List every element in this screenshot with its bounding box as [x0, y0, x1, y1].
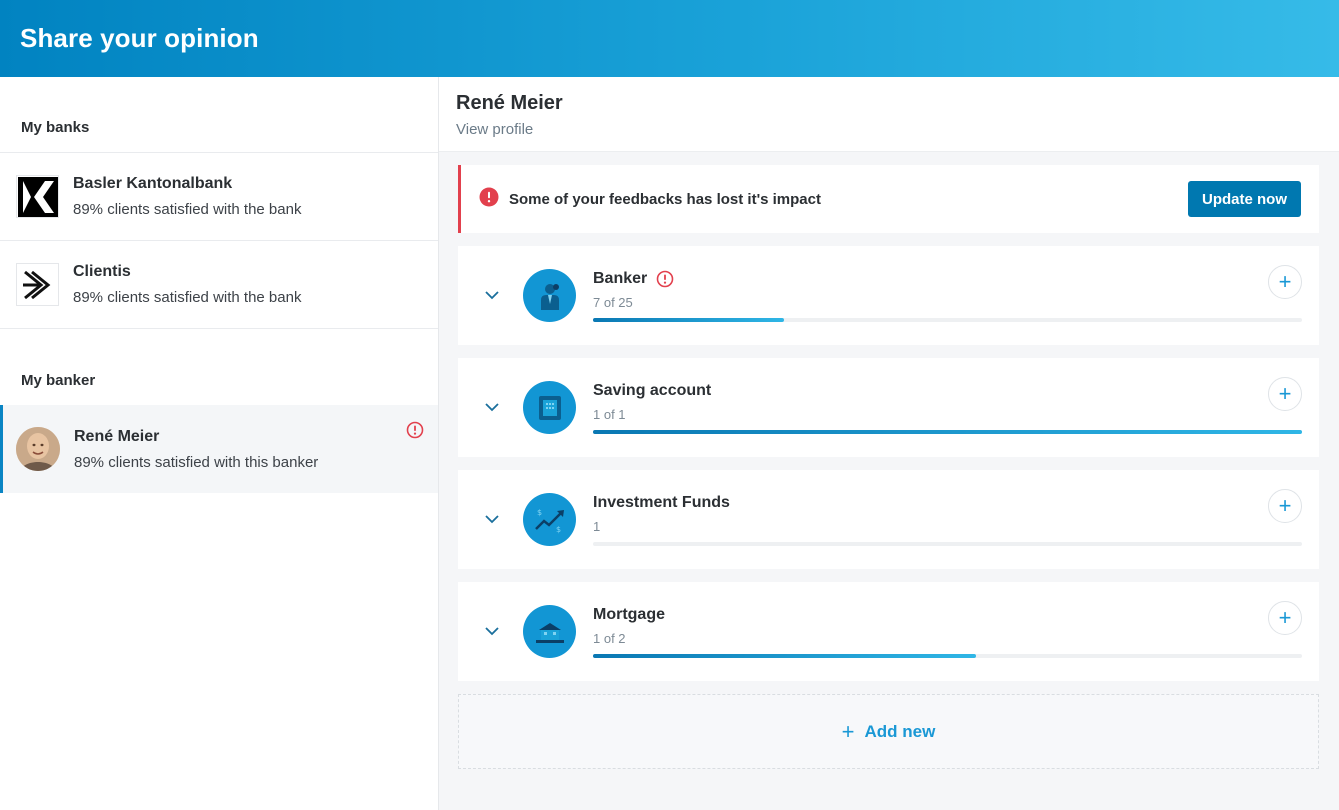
bank-satisfaction: 89% clients satisfied with the bank [73, 201, 302, 218]
bank-name: Basler Kantonalbank [73, 175, 233, 192]
sidebar-item-clientis[interactable]: Clientis 89% clients satisfied with the … [0, 241, 438, 329]
progress-fill [593, 429, 1302, 434]
category-title: Saving account [593, 381, 712, 399]
category-card-mortgage: Mortgage 1 of 2 + [458, 582, 1319, 681]
feedback-alert-banner: Some of your feedbacks has lost it's imp… [458, 165, 1319, 233]
progress-bar [593, 653, 1302, 658]
category-count: 1 of 1 [593, 406, 626, 422]
chevron-down-icon[interactable] [484, 403, 500, 412]
sidebar-item-rene-meier[interactable]: René Meier 89% clients satisfied with th… [0, 405, 438, 493]
alert-icon [656, 270, 674, 288]
add-feedback-button[interactable]: + [1268, 489, 1302, 523]
clientis-logo [16, 263, 59, 306]
category-count: 1 of 2 [593, 630, 626, 646]
chevron-down-icon[interactable] [484, 627, 500, 636]
progress-bar [593, 541, 1302, 546]
category-count: 7 of 25 [593, 294, 633, 310]
progress-fill [593, 317, 785, 322]
top-bar: Share your opinion [0, 0, 1339, 77]
chart-growth-icon: $ $ [523, 493, 576, 546]
category-count: 1 [593, 518, 601, 534]
progress-bar [593, 317, 1302, 322]
my-banker-heading: My banker [21, 371, 96, 389]
view-profile-link[interactable]: View profile [456, 121, 1322, 138]
add-new-label: Add new [864, 721, 936, 741]
profile-name: René Meier [456, 92, 563, 114]
banker-satisfaction: 89% clients satisfied with this banker [74, 453, 319, 471]
chevron-down-icon[interactable] [484, 515, 500, 524]
profile-header: René Meier View profile [439, 77, 1339, 152]
error-icon [479, 187, 499, 212]
bkb-logo [16, 175, 59, 218]
chevron-down-icon[interactable] [484, 291, 500, 300]
progress-bar [593, 429, 1302, 434]
update-now-button[interactable]: Update now [1188, 181, 1301, 217]
alert-message: Some of your feedbacks has lost it's imp… [509, 190, 821, 208]
my-banks-heading: My banks [0, 77, 438, 153]
safe-icon [523, 381, 576, 434]
svg-text:$: $ [537, 508, 542, 517]
svg-text:$: $ [556, 525, 561, 534]
add-feedback-button[interactable]: + [1268, 377, 1302, 411]
category-title: Investment Funds [593, 493, 730, 511]
sidebar: My banks Basler Kantonalbank 89% clients… [0, 77, 439, 810]
banker-icon [523, 269, 576, 322]
bank-satisfaction: 89% clients satisfied with the bank [73, 289, 302, 306]
banker-name: René Meier [74, 427, 160, 445]
plus-icon: + [841, 718, 855, 744]
add-feedback-button[interactable]: + [1268, 265, 1302, 299]
main-content: René Meier View profile Some of your fee… [439, 77, 1339, 810]
category-title: Mortgage [593, 605, 665, 623]
page-title: Share your opinion [20, 23, 259, 53]
category-title: Banker [593, 269, 648, 287]
add-feedback-button[interactable]: + [1268, 601, 1302, 635]
bank-name: Clientis [73, 263, 131, 280]
category-card-banker: Banker 7 of 25 + [458, 246, 1319, 345]
progress-fill [593, 653, 976, 658]
avatar [16, 427, 60, 471]
house-icon [523, 605, 576, 658]
add-new-button[interactable]: + Add new [458, 694, 1319, 769]
category-card-saving-account: Saving account 1 of 1 + [458, 358, 1319, 457]
sidebar-item-basler-kantonalbank[interactable]: Basler Kantonalbank 89% clients satisfie… [0, 153, 438, 241]
alert-icon [406, 421, 424, 444]
category-card-investment-funds: $ $ Investment Funds 1 + [458, 470, 1319, 569]
